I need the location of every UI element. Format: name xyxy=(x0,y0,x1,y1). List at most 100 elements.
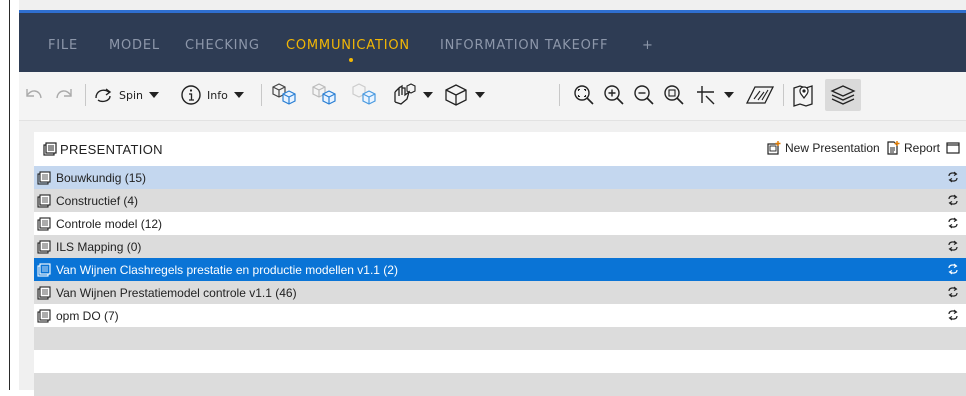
section-plane-button[interactable] xyxy=(745,80,775,110)
presentation-row[interactable]: Van Wijnen Prestatiemodel controle v1.1 … xyxy=(34,281,966,304)
presentation-row[interactable]: Van Wijnen Clashregels prestatie en prod… xyxy=(34,258,966,281)
presentation-row-label: ILS Mapping (0) xyxy=(56,240,142,254)
map-pin-icon xyxy=(793,85,813,107)
zoom-in-button[interactable] xyxy=(602,80,626,110)
refresh-icon[interactable] xyxy=(947,286,959,298)
redo-button[interactable] xyxy=(53,80,77,110)
panel-header: PRESENTATION New Presentation Report xyxy=(34,132,966,166)
empty-row xyxy=(34,373,966,396)
chevron-down-icon xyxy=(149,92,159,98)
info-label: Info xyxy=(207,88,228,102)
cubes-isolate-icon xyxy=(272,83,296,105)
presentation-row-label: Controle model (12) xyxy=(56,217,163,231)
presentation-row[interactable]: Constructief (4) xyxy=(34,189,966,212)
presentation-icon xyxy=(37,240,51,254)
cursor-mode-dropdown[interactable] xyxy=(694,80,734,110)
presentation-icon xyxy=(37,217,51,231)
info-dropdown[interactable]: Info xyxy=(179,80,244,110)
cursor-icon xyxy=(697,86,715,105)
presentation-row[interactable]: opm DO (7) xyxy=(34,304,966,327)
zoom-window-button[interactable] xyxy=(662,80,686,110)
view-cube-dropdown[interactable] xyxy=(443,80,485,110)
info-icon xyxy=(181,85,201,105)
zoom-window-icon xyxy=(664,85,684,105)
location-button[interactable] xyxy=(791,80,819,110)
layers-button[interactable] xyxy=(825,79,861,111)
chevron-down-icon xyxy=(233,92,244,98)
presentation-row[interactable]: Controle model (12) xyxy=(34,212,966,235)
spin-icon xyxy=(95,88,112,103)
refresh-icon[interactable] xyxy=(947,309,959,321)
redo-icon xyxy=(56,89,72,99)
presentation-row-label: opm DO (7) xyxy=(56,309,119,323)
hide-button[interactable] xyxy=(309,80,341,110)
presentation-row-label: Bouwkundig (15) xyxy=(56,171,147,185)
refresh-icon[interactable] xyxy=(947,263,959,275)
undo-button[interactable] xyxy=(21,80,45,110)
app-window: FILE MODEL CHECKING COMMUNICATION INFORM… xyxy=(19,0,966,396)
zoom-out-icon xyxy=(634,85,654,105)
spin-dropdown[interactable]: Spin xyxy=(91,80,159,110)
active-tab-indicator xyxy=(349,58,353,62)
toolbar-separator xyxy=(261,84,262,106)
presentation-row-label: Van Wijnen Clashregels prestatie en prod… xyxy=(56,263,398,277)
menu-file[interactable]: FILE xyxy=(48,38,78,53)
refresh-icon[interactable] xyxy=(947,240,959,252)
menu-communication[interactable]: COMMUNICATION xyxy=(286,38,410,53)
chevron-down-icon xyxy=(724,92,734,98)
ribbon-menu-bar: FILE MODEL CHECKING COMMUNICATION INFORM… xyxy=(19,13,966,72)
report-icon xyxy=(887,141,900,155)
zoom-out-button[interactable] xyxy=(632,80,656,110)
report-button[interactable]: Report xyxy=(886,141,940,155)
window-left-edge xyxy=(0,0,10,390)
transparency-dropdown[interactable] xyxy=(391,80,433,110)
menu-model[interactable]: MODEL xyxy=(109,38,160,53)
spin-label: Spin xyxy=(119,88,143,102)
presentation-icon xyxy=(37,171,51,185)
hand-cube-icon xyxy=(394,83,416,105)
toolbar-separator xyxy=(783,84,784,106)
layers-icon xyxy=(830,85,856,105)
presentation-icon xyxy=(37,194,51,208)
section-plane-icon xyxy=(745,86,775,104)
panel-title: PRESENTATION xyxy=(60,142,163,157)
panel-maximize-button[interactable] xyxy=(946,141,960,155)
new-presentation-icon xyxy=(767,141,781,155)
show-button[interactable] xyxy=(349,80,381,110)
menu-add-tab[interactable]: + xyxy=(642,38,654,53)
presentation-panel: PRESENTATION New Presentation Report Bou… xyxy=(34,132,966,396)
presentation-row-label: Van Wijnen Prestatiemodel controle v1.1 … xyxy=(56,286,297,300)
refresh-icon[interactable] xyxy=(947,171,959,183)
toolbar-separator xyxy=(559,84,560,106)
undo-icon xyxy=(26,89,42,99)
presentation-row[interactable]: ILS Mapping (0) xyxy=(34,235,966,258)
menu-information-takeoff[interactable]: INFORMATION TAKEOFF xyxy=(440,38,608,53)
isolate-button[interactable] xyxy=(269,80,301,110)
new-presentation-button[interactable]: New Presentation xyxy=(767,141,880,155)
presentation-icon xyxy=(37,286,51,300)
presentation-list: Bouwkundig (15) Constructief (4) Controle … xyxy=(34,166,966,396)
toolbar-separator xyxy=(85,84,86,106)
cubes-hide-icon xyxy=(312,83,336,105)
new-presentation-label: New Presentation xyxy=(785,141,880,155)
presentation-row[interactable]: Bouwkundig (15) xyxy=(34,166,966,189)
refresh-icon[interactable] xyxy=(947,217,959,229)
presentation-row-label: Constructief (4) xyxy=(56,194,139,208)
zoom-in-icon xyxy=(604,85,624,105)
presentation-icon xyxy=(43,142,57,156)
toolbar: Spin Info xyxy=(19,72,966,121)
cube-icon xyxy=(445,84,467,106)
window-maximize-icon xyxy=(946,142,960,154)
empty-row xyxy=(34,350,966,373)
chevron-down-icon xyxy=(423,92,433,98)
cubes-show-icon xyxy=(352,83,376,105)
presentation-icon xyxy=(37,263,51,277)
refresh-icon[interactable] xyxy=(947,194,959,206)
empty-row xyxy=(34,327,966,350)
menu-checking[interactable]: CHECKING xyxy=(185,38,260,53)
chevron-down-icon xyxy=(475,92,485,98)
zoom-extents-icon xyxy=(574,85,594,105)
presentation-icon xyxy=(37,309,51,323)
zoom-selection-button[interactable] xyxy=(572,80,596,110)
report-label: Report xyxy=(904,141,941,155)
